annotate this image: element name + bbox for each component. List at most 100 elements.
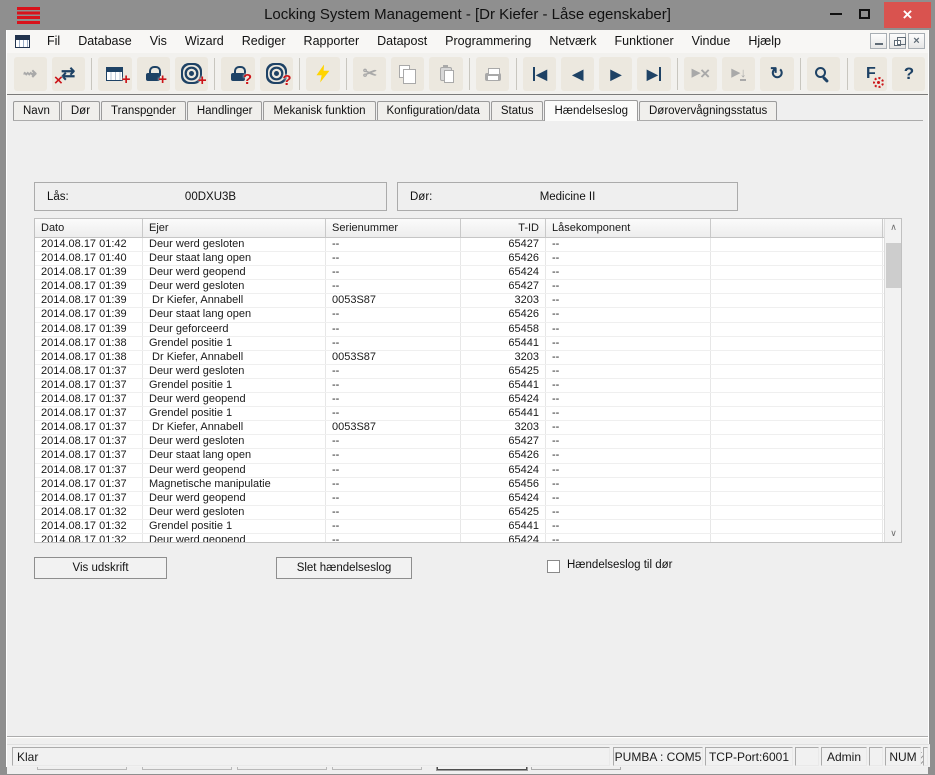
table-row[interactable]: 2014.08.17 01:37Grendel positie 1--65441… bbox=[35, 379, 884, 393]
mdi-close-button[interactable]: × bbox=[908, 33, 925, 49]
menu-vis[interactable]: Vis bbox=[141, 30, 176, 53]
table-row[interactable]: 2014.08.17 01:38Grendel positie 1--65441… bbox=[35, 337, 884, 351]
menu-vindue[interactable]: Vindue bbox=[683, 30, 740, 53]
cut-button[interactable]: ✂ bbox=[353, 57, 386, 91]
event-log-to-door-checkbox[interactable] bbox=[547, 560, 560, 573]
window-title: Locking System Management - [Dr Kiefer -… bbox=[0, 0, 935, 30]
table-row[interactable]: 2014.08.17 01:38 Dr Kiefer, Annabell0053… bbox=[35, 351, 884, 365]
column-header-Dato[interactable]: Dato bbox=[35, 219, 143, 237]
tab-dør[interactable]: Dør bbox=[61, 101, 100, 120]
scroll-down-icon[interactable]: ∨ bbox=[885, 525, 902, 542]
table-row[interactable]: 2014.08.17 01:39Deur werd geopend--65424… bbox=[35, 266, 884, 280]
tab-mekanisk-funktion[interactable]: Mekanisk funktion bbox=[263, 101, 375, 120]
close-button[interactable]: × bbox=[884, 2, 931, 28]
filter-settings-button[interactable]: F bbox=[854, 57, 887, 91]
table-row[interactable]: 2014.08.17 01:40Deur staat lang open--65… bbox=[35, 252, 884, 266]
table-row[interactable]: 2014.08.17 01:39Deur werd gesloten--6542… bbox=[35, 280, 884, 294]
tab-hændelseslog[interactable]: Hændelseslog bbox=[544, 100, 638, 121]
tab-status[interactable]: Status bbox=[491, 101, 544, 120]
first-record-button[interactable]: ◀ bbox=[523, 57, 556, 91]
column-header-Låsekomponent[interactable]: Låsekomponent bbox=[546, 219, 711, 237]
mdi-restore-button[interactable] bbox=[889, 33, 906, 49]
menu-programmering[interactable]: Programmering bbox=[436, 30, 540, 53]
tab-navn[interactable]: Navn bbox=[13, 101, 60, 120]
new-locking-system-button[interactable]: + bbox=[98, 57, 131, 91]
column-header-T-ID[interactable]: T-ID bbox=[461, 219, 546, 237]
maximize-button[interactable] bbox=[850, 0, 878, 28]
refresh-icon: ↻ bbox=[770, 65, 784, 82]
table-cell bbox=[711, 351, 883, 364]
paste-button[interactable] bbox=[429, 57, 462, 91]
table-row[interactable]: 2014.08.17 01:37Deur werd gesloten--6542… bbox=[35, 435, 884, 449]
table-row[interactable]: 2014.08.17 01:37Deur werd geopend--65424… bbox=[35, 393, 884, 407]
help-button[interactable]: ? bbox=[892, 57, 925, 91]
table-row[interactable]: 2014.08.17 01:32Deur werd geopend--65424… bbox=[35, 534, 884, 542]
table-row[interactable]: 2014.08.17 01:37Grendel positie 1--65441… bbox=[35, 407, 884, 421]
table-row[interactable]: 2014.08.17 01:37Deur werd geopend--65424… bbox=[35, 492, 884, 506]
clear-event-log-button[interactable]: Slet hændelseslog bbox=[276, 557, 412, 579]
table-row[interactable]: 2014.08.17 01:39 Dr Kiefer, Annabell0053… bbox=[35, 294, 884, 308]
column-header-Ejer[interactable]: Ejer bbox=[143, 219, 326, 237]
mdi-minimize-button[interactable] bbox=[870, 33, 887, 49]
undo-arrow-button[interactable]: ⇝ bbox=[14, 57, 47, 91]
next-record-button[interactable]: ▶ bbox=[599, 57, 632, 91]
table-cell: -- bbox=[546, 252, 711, 265]
menu-datapost[interactable]: Datapost bbox=[368, 30, 436, 53]
delete-record-button[interactable]: ⇄× bbox=[52, 57, 85, 91]
read-transponder-button[interactable]: ? bbox=[260, 57, 293, 91]
table-row[interactable]: 2014.08.17 01:39Deur staat lang open--65… bbox=[35, 308, 884, 322]
minimize-button[interactable] bbox=[822, 0, 850, 28]
menu-rapporter[interactable]: Rapporter bbox=[295, 30, 369, 53]
table-cell: 2014.08.17 01:38 bbox=[35, 351, 143, 364]
last-record-button[interactable]: ▶ bbox=[637, 57, 670, 91]
table-row[interactable]: 2014.08.17 01:39Deur geforceerd--65458-- bbox=[35, 323, 884, 337]
mdi-window-controls: × bbox=[870, 33, 925, 49]
read-lock-button[interactable]: ? bbox=[221, 57, 254, 91]
table-cell: -- bbox=[326, 280, 461, 293]
table-header-row: DatoEjerSerienummerT-IDLåsekomponent bbox=[35, 219, 901, 238]
tab-dørovervågningsstatus[interactable]: Dørovervågningsstatus bbox=[639, 101, 777, 120]
tab-handlinger[interactable]: Handlinger bbox=[187, 101, 263, 120]
scroll-up-icon[interactable]: ∧ bbox=[885, 219, 902, 236]
table-cell: 65426 bbox=[461, 308, 546, 321]
table-row[interactable]: 2014.08.17 01:37Deur staat lang open--65… bbox=[35, 449, 884, 463]
new-transponder-button[interactable]: + bbox=[175, 57, 208, 91]
print-button[interactable] bbox=[476, 57, 509, 91]
mdi-minimize-icon bbox=[875, 43, 883, 45]
menu-database[interactable]: Database bbox=[69, 30, 141, 53]
table-cell: Deur werd gesloten bbox=[143, 238, 326, 251]
menu-hj-lp[interactable]: Hjælp bbox=[739, 30, 790, 53]
search-button[interactable] bbox=[807, 57, 840, 91]
table-cell: 0053S87 bbox=[326, 351, 461, 364]
table-cell: -- bbox=[546, 323, 711, 336]
menu-fil[interactable]: Fil bbox=[38, 30, 69, 53]
tab-transponder[interactable]: Transponder bbox=[101, 101, 186, 120]
toolbar-separator bbox=[299, 58, 300, 90]
menu-funktioner[interactable]: Funktioner bbox=[606, 30, 683, 53]
menu-wizard[interactable]: Wizard bbox=[176, 30, 233, 53]
tab-konfiguration-data[interactable]: Konfiguration/data bbox=[377, 101, 490, 120]
menu-netv-rk[interactable]: Netværk bbox=[540, 30, 605, 53]
menu-rediger[interactable]: Rediger bbox=[233, 30, 295, 53]
cancel-edit-button[interactable]: ▶× bbox=[684, 57, 717, 91]
table-row[interactable]: 2014.08.17 01:37Magnetische manipulatie-… bbox=[35, 478, 884, 492]
table-row[interactable]: 2014.08.17 01:37Deur werd geopend--65424… bbox=[35, 464, 884, 478]
previous-record-button[interactable]: ◀ bbox=[561, 57, 594, 91]
column-header-blank[interactable] bbox=[711, 219, 883, 237]
table-row[interactable]: 2014.08.17 01:37Deur werd gesloten--6542… bbox=[35, 365, 884, 379]
table-row[interactable]: 2014.08.17 01:32Deur werd gesloten--6542… bbox=[35, 506, 884, 520]
commit-record-button[interactable]: ▶↓ bbox=[722, 57, 755, 91]
new-lock-button[interactable]: + bbox=[137, 57, 170, 91]
scrollbar-thumb[interactable] bbox=[886, 243, 901, 288]
column-header-Serienummer[interactable]: Serienummer bbox=[326, 219, 461, 237]
vertical-scrollbar[interactable]: ∧ ∨ bbox=[884, 219, 901, 542]
table-row[interactable]: 2014.08.17 01:32Grendel positie 1--65441… bbox=[35, 520, 884, 534]
refresh-button[interactable]: ↻ bbox=[760, 57, 793, 91]
view-print-button[interactable]: Vis udskrift bbox=[34, 557, 167, 579]
lock-field-value: 00DXU3B bbox=[35, 191, 386, 203]
table-cell: Dr Kiefer, Annabell bbox=[143, 294, 326, 307]
program-lightning-button[interactable] bbox=[306, 57, 339, 91]
table-row[interactable]: 2014.08.17 01:42Deur werd gesloten--6542… bbox=[35, 238, 884, 252]
table-row[interactable]: 2014.08.17 01:37 Dr Kiefer, Annabell0053… bbox=[35, 421, 884, 435]
copy-button[interactable] bbox=[391, 57, 424, 91]
